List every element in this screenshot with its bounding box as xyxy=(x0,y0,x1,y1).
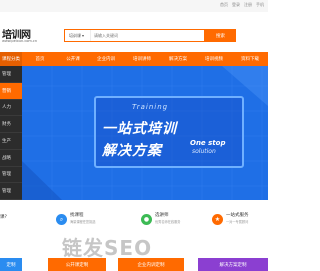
sidebar-item[interactable]: 营销 xyxy=(0,82,22,100)
left-question-text: 课? xyxy=(0,215,7,220)
top-link-home[interactable]: 首页 xyxy=(220,2,228,8)
custom-solution[interactable]: 解决方案定制 xyxy=(198,258,268,271)
service-title: 选讲师 xyxy=(155,213,169,218)
sidebar-item[interactable]: 生产 xyxy=(0,133,22,150)
search-button[interactable]: 搜索 xyxy=(205,29,236,42)
main-nav: 课程分类 首页 公开课 企业内训 培训讲师 解决方案 培训视频 资料下载 xyxy=(0,52,268,66)
service-choose-trainer[interactable]: ● 选讲师 优秀名师在线服务 xyxy=(141,212,181,225)
service-find-course[interactable]: ⌕ 找课程 海量课程任您挑选 xyxy=(56,212,96,225)
service-subtitle: 优秀名师在线服务 xyxy=(155,220,181,224)
header: 培训网 www.peixun.com.cn 培训课 ▾ 搜索 xyxy=(0,12,268,52)
sidebar-item[interactable]: 人力 xyxy=(0,100,22,117)
service-subtitle: 一对一专属顾问 xyxy=(226,220,249,224)
search-icon: ⌕ xyxy=(56,214,67,225)
nav-item-downloads[interactable]: 资料下载 xyxy=(232,52,268,66)
category-sidebar: 管理 营销 人力 财务 生产 战略 管理 管理 xyxy=(0,66,22,200)
search-category-select[interactable]: 培训课 ▾ xyxy=(65,30,91,41)
nav-item-videos[interactable]: 培训视频 xyxy=(196,52,232,66)
search-category-label: 培训课 xyxy=(69,32,81,38)
service-one-stop[interactable]: ★ 一站式服务 一对一专属顾问 xyxy=(212,212,249,225)
banner-english-1: One stop xyxy=(190,139,226,147)
custom-public-course[interactable]: 公开课定制 xyxy=(48,258,106,271)
service-subtitle: 海量课程任您挑选 xyxy=(70,220,96,224)
nav-item-categories[interactable]: 课程分类 xyxy=(0,52,22,66)
custom-inhouse-training[interactable]: 企业内训定制 xyxy=(118,258,184,271)
top-links: 首页 登录 注册 手机 xyxy=(220,2,264,8)
nav-item-inhouse[interactable]: 企业内训 xyxy=(88,52,124,66)
nav-item-solutions[interactable]: 解决方案 xyxy=(160,52,196,66)
customization-bar: 定制 公开课定制 企业内训定制 解决方案定制 xyxy=(0,258,268,271)
hero-banner[interactable]: Training 一站式培训 解决方案 One stop solution xyxy=(22,66,268,200)
site-logo[interactable]: 培训网 www.peixun.com.cn xyxy=(0,22,42,48)
banner-english-2: solution xyxy=(192,148,216,155)
nav-item-trainers[interactable]: 培训讲师 xyxy=(124,52,160,66)
nav-item-public-courses[interactable]: 公开课 xyxy=(58,52,88,66)
service-title: 找课程 xyxy=(70,213,84,218)
logo-url: www.peixun.com.cn xyxy=(2,39,38,43)
sidebar-item[interactable]: 战略 xyxy=(0,150,22,167)
top-utility-bar: 首页 登录 注册 手机 xyxy=(0,0,268,12)
sidebar-item[interactable]: 管理 xyxy=(0,66,22,83)
custom-item[interactable]: 定制 xyxy=(0,258,22,271)
banner-headline-1: 一站式培训 xyxy=(102,121,177,137)
top-link-login[interactable]: 登录 xyxy=(232,2,240,8)
service-title: 一站式服务 xyxy=(226,213,249,218)
chevron-down-icon: ▾ xyxy=(82,33,85,38)
banner-tag: Training xyxy=(132,103,169,111)
user-icon: ● xyxy=(141,214,152,225)
sidebar-item[interactable]: 管理 xyxy=(0,167,22,184)
service-icon: ★ xyxy=(212,214,223,225)
sidebar-item[interactable]: 管理 xyxy=(0,183,22,200)
nav-item-home[interactable]: 首页 xyxy=(22,52,58,66)
top-link-register[interactable]: 注册 xyxy=(244,2,252,8)
banner-headline-2: 解决方案 xyxy=(102,143,162,159)
sidebar-item[interactable]: 财务 xyxy=(0,116,22,133)
search-box: 培训课 ▾ xyxy=(64,29,205,42)
top-link-mobile[interactable]: 手机 xyxy=(256,2,264,8)
search-input[interactable] xyxy=(91,30,201,41)
watermark-text: 链发SEO xyxy=(62,236,153,260)
